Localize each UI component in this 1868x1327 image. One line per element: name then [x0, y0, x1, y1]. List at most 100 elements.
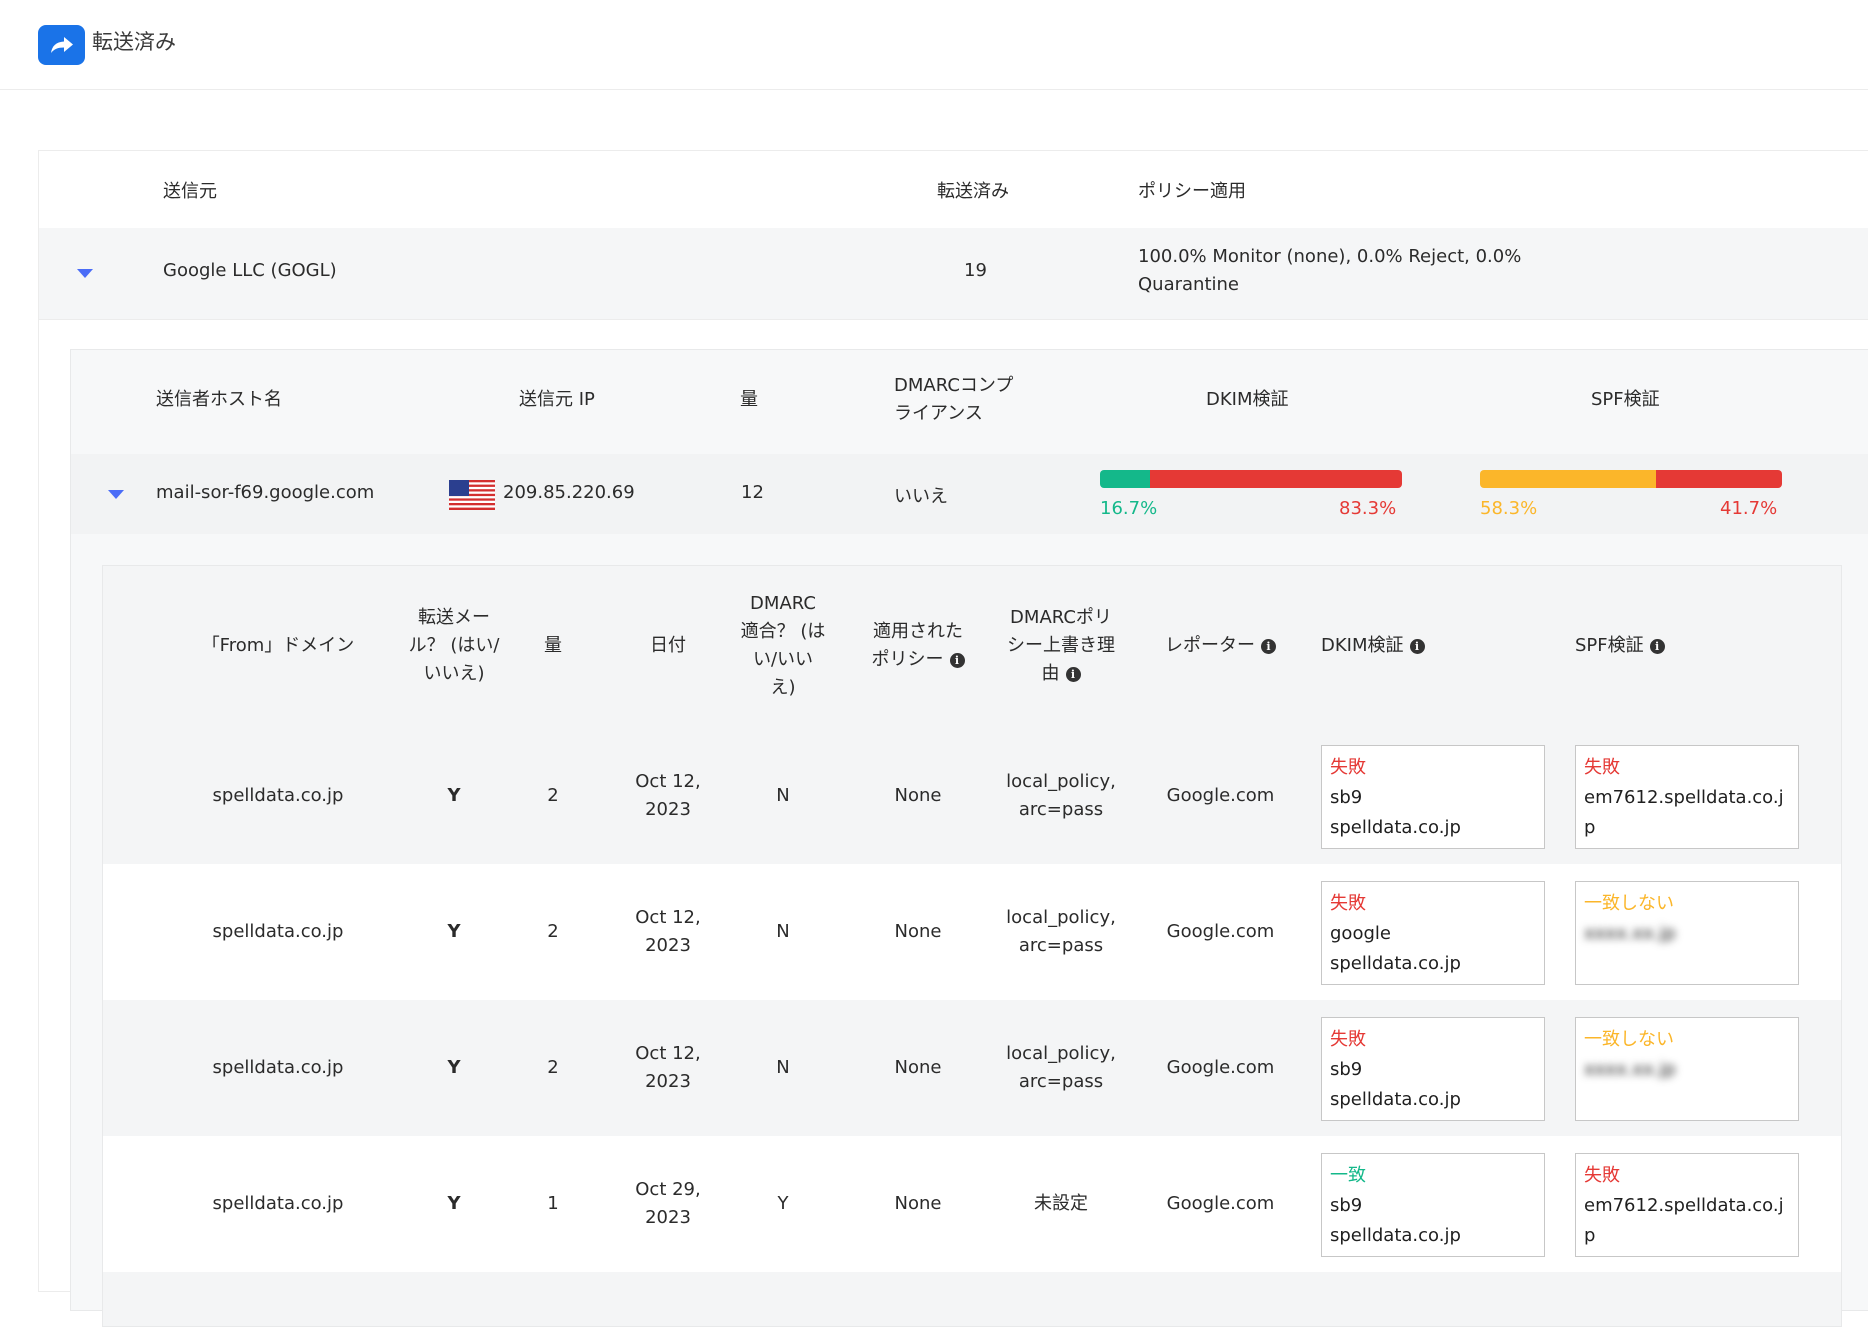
dkim-selector: sb9 [1330, 1059, 1363, 1080]
date-value: Oct 12, 2023 [623, 904, 713, 960]
date-value: Oct 12, 2023 [623, 768, 713, 824]
table-row[interactable]: mail-sor-f69.google.com 209.85.220.69 12… [71, 454, 1868, 534]
dkim-status: 失敗 [1330, 893, 1366, 914]
info-icon[interactable]: i [1409, 638, 1425, 654]
header-line: シー上書き理 [1007, 635, 1115, 656]
date-line: Oct 12, [635, 907, 701, 928]
forward-arrow-icon[interactable] [38, 25, 85, 65]
volume-value: 2 [547, 921, 559, 942]
forwarded-records-table: 「From」ドメイン 転送メー ル？ (はい/ いいえ) 量 日付 DMARC … [102, 565, 1842, 1327]
header-line: いいえ) [423, 663, 485, 684]
spf-domain: em7612.spelldata.co.j [1584, 787, 1784, 808]
column-header-spf: SPF検証 i [1575, 632, 1665, 660]
info-icon[interactable]: i [1065, 666, 1081, 682]
header-line: ポリシー [871, 649, 944, 670]
chevron-down-icon[interactable] [77, 269, 93, 278]
dkim-fail-segment [1150, 470, 1402, 488]
spf-status: 一致しない [1584, 893, 1674, 914]
table-row[interactable]: spelldata.co.jp Y 1 Oct 29, 2023 Y None … [103, 1136, 1841, 1272]
table-row[interactable]: Google LLC (GOGL) 19 100.0% Monitor (non… [39, 228, 1868, 320]
volume-value: 12 [741, 482, 764, 503]
date-line: 2023 [645, 799, 691, 820]
dkim-progress-bar [1100, 470, 1402, 488]
spf-domain: xxxx.xx.jp [1584, 1059, 1676, 1080]
dmarc-aligned-value: N [776, 785, 790, 806]
column-header-dmarc-line1: DMARCコンプ [894, 375, 1014, 396]
spf-result-box: 失敗 em7612.spelldata.co.j p [1575, 1153, 1799, 1257]
date-line: Oct 12, [635, 1043, 701, 1064]
column-header-applied-policy: 適用された ポリシー i [853, 618, 983, 674]
reporter-value: Google.com [1166, 1193, 1275, 1214]
override-line: local_policy, [1006, 771, 1116, 792]
column-header-volume: 量 [740, 389, 758, 410]
column-header-host: 送信者ホスト名 [156, 389, 282, 410]
dkim-domain: spelldata.co.jp [1330, 1089, 1461, 1110]
applied-policy-value: None [894, 921, 942, 942]
forwarded-flag: Y [447, 785, 461, 806]
override-line: arc=pass [1018, 799, 1104, 820]
policy-line-1: 100.0% Monitor (none), 0.0% Reject, 0.0% [1138, 246, 1522, 267]
info-icon[interactable]: i [949, 652, 965, 668]
column-header-dmarc-aligned: DMARC 適合？ (は い/いい え) [728, 590, 838, 702]
column-header-dkim: DKIM検証 [1206, 389, 1289, 410]
spf-fail-segment [1656, 470, 1782, 488]
dkim-selector: sb9 [1330, 787, 1363, 808]
dkim-domain: spelldata.co.jp [1330, 1225, 1461, 1246]
dkim-status: 一致 [1330, 1165, 1366, 1186]
header-line: DMARC [750, 593, 816, 614]
forwarded-flag: Y [447, 921, 461, 942]
dmarc-aligned-value: Y [777, 1193, 789, 1214]
sender-hosts-table: 送信者ホスト名 送信元 IP 量 DMARCコンプ ライアンス DKIM検証 S… [70, 349, 1868, 1327]
dmarc-compliance-value: いいえ [894, 486, 948, 507]
header-line: 転送メー [418, 607, 490, 628]
header-line: 適合？ (は [740, 621, 826, 642]
dkim-result-box: 失敗 sb9 spelldata.co.jp [1321, 1017, 1545, 1121]
dkim-pass-percent: 16.7% [1100, 498, 1158, 519]
override-line: 未設定 [1034, 1193, 1088, 1214]
reporter-value: Google.com [1166, 921, 1275, 942]
column-header-dkim: DKIM検証 i [1321, 632, 1425, 660]
from-domain: spelldata.co.jp [212, 785, 344, 806]
spf-domain-cont: p [1584, 1225, 1596, 1246]
applied-policy-value: None [894, 1193, 942, 1214]
spf-result-box: 一致しない xxxx.xx.jp [1575, 881, 1799, 985]
table-row[interactable]: spelldata.co.jp Y 2 Oct 12, 2023 N None … [103, 864, 1841, 1000]
header-label: SPF検証 [1575, 635, 1644, 656]
chevron-down-icon[interactable] [108, 490, 124, 499]
column-header-policy: ポリシー適用 [1138, 181, 1246, 202]
table-header: 「From」ドメイン 転送メー ル？ (はい/ いいえ) 量 日付 DMARC … [103, 566, 1841, 728]
override-line: local_policy, [1006, 1043, 1116, 1064]
forwarded-flag: Y [447, 1193, 461, 1214]
dkim-pass-segment [1100, 470, 1151, 488]
override-reason-value: 未設定 [996, 1190, 1126, 1218]
column-header-policy-override: DMARCポリ シー上書き理 由i [996, 604, 1126, 688]
forwarded-sources-table: 送信元 転送済み ポリシー適用 Google LLC (GOGL) 19 100… [38, 150, 1868, 1327]
source-name: Google LLC (GOGL) [163, 260, 337, 281]
dmarc-aligned-value: N [776, 921, 790, 942]
dkim-selector: sb9 [1330, 1195, 1363, 1216]
column-header-from-domain: 「From」ドメイン [201, 635, 355, 656]
table-row[interactable]: spelldata.co.jp Y 2 Oct 12, 2023 N None … [103, 1000, 1841, 1136]
info-icon[interactable]: i [1649, 638, 1665, 654]
column-header-dmarc-line2: ライアンス [894, 403, 983, 424]
column-header-date: 日付 [650, 635, 686, 656]
date-value: Oct 12, 2023 [623, 1040, 713, 1096]
spf-domain: em7612.spelldata.co.j [1584, 1195, 1784, 1216]
spf-pass-segment [1480, 470, 1657, 488]
info-icon[interactable]: i [1261, 638, 1276, 654]
volume-value: 2 [547, 785, 559, 806]
table-header: 送信元 転送済み ポリシー適用 [39, 151, 1868, 227]
column-header-ip: 送信元 IP [519, 389, 595, 410]
override-reason-value: local_policy, arc=pass [996, 768, 1126, 824]
dkim-result-box: 一致 sb9 spelldata.co.jp [1321, 1153, 1545, 1257]
from-domain: spelldata.co.jp [212, 921, 344, 942]
spf-domain: xxxx.xx.jp [1584, 923, 1676, 944]
table-row[interactable]: spelldata.co.jp Y 2 Oct 12, 2023 N None … [103, 728, 1841, 864]
dkim-status: 失敗 [1330, 757, 1366, 778]
source-ip-link[interactable]: 209.85.220.69 [503, 482, 635, 503]
date-line: 2023 [645, 1071, 691, 1092]
column-header-volume: 量 [544, 635, 562, 656]
spf-pass-percent: 58.3% [1480, 498, 1538, 519]
column-header-forwarded-mail: 転送メー ル？ (はい/ いいえ) [389, 604, 519, 688]
spf-fail-percent: 41.7% [1720, 498, 1778, 519]
